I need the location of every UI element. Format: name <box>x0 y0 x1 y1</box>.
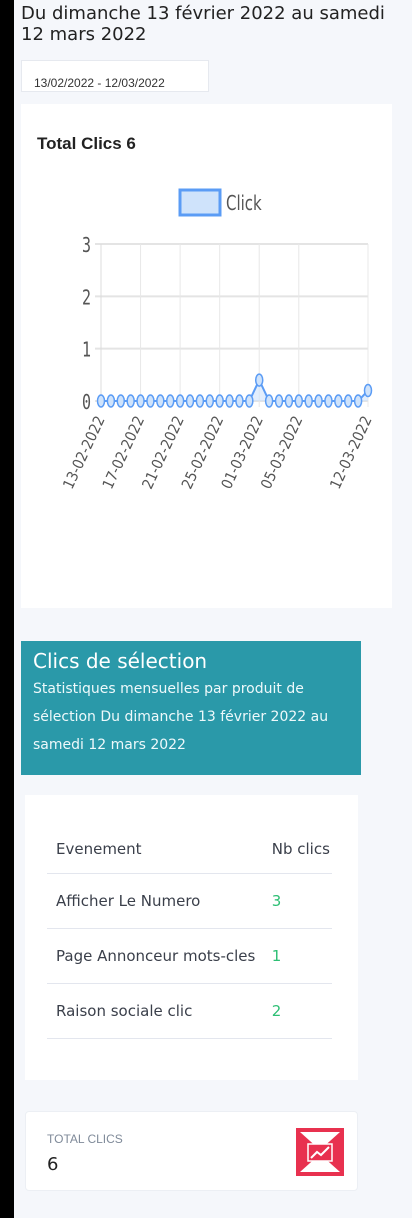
data-point <box>225 394 234 408</box>
data-point <box>185 394 195 408</box>
selection-subtitle: Statistiques mensuelles par produit de s… <box>33 681 329 753</box>
data-point <box>274 394 284 408</box>
data-point <box>353 394 363 408</box>
data-point <box>284 394 294 408</box>
data-point <box>334 394 343 408</box>
y-tick-label: 3 <box>82 235 91 258</box>
data-point <box>165 394 175 408</box>
count-cell: 3 <box>261 873 332 929</box>
data-point <box>126 394 135 408</box>
data-point <box>264 394 274 408</box>
data-point <box>254 373 264 387</box>
data-point <box>146 394 155 408</box>
data-point <box>136 394 145 408</box>
page: Du dimanche 13 février 2022 au samedi 12… <box>14 0 412 1218</box>
data-point <box>96 394 106 408</box>
event-cell: Afficher Le Numero <box>47 873 262 929</box>
selection-title: Clics de sélection <box>33 649 208 673</box>
data-point <box>363 383 373 398</box>
chart-icon <box>296 1128 344 1176</box>
legend-swatch <box>178 188 222 217</box>
table-row: Page Annonceur mots-cles 1 <box>47 928 332 984</box>
data-point <box>235 394 244 408</box>
data-point <box>314 394 323 408</box>
table-header-row: Evenement Nb clics <box>47 825 332 874</box>
data-point <box>106 394 116 408</box>
clicks-table: Evenement Nb clics Afficher Le Numero 3 … <box>47 825 332 1039</box>
data-point <box>116 394 126 408</box>
data-point <box>245 394 254 408</box>
table-row: Raison sociale clic 2 <box>47 983 332 1039</box>
data-point <box>195 394 205 408</box>
chart-card: Total Clics 6 0 1 2 3 13-02-2022 17-02-2022 21… <box>21 104 392 608</box>
data-point <box>324 394 333 408</box>
data-point <box>175 394 185 408</box>
total-value: 6 <box>47 1154 59 1175</box>
event-cell: Page Annonceur mots-cles <box>47 928 262 984</box>
total-label: TOTAL CLICS <box>47 1132 123 1146</box>
x-tick-label: 12-03-2022 <box>326 413 375 492</box>
data-point <box>215 394 224 408</box>
count-cell: 1 <box>261 928 332 984</box>
page-title: Du dimanche 13 février 2022 au samedi 12… <box>21 3 385 45</box>
count-cell: 2 <box>261 983 332 1039</box>
legend-label: Click <box>226 193 262 216</box>
data-point <box>156 394 165 408</box>
data-point <box>304 394 313 408</box>
data-point <box>205 394 215 408</box>
y-tick-label: 1 <box>82 340 91 363</box>
table-row: Afficher Le Numero 3 <box>47 873 332 929</box>
y-tick-label: 2 <box>82 287 91 310</box>
column-header-count: Nb clics <box>261 825 332 874</box>
total-clicks-card: TOTAL CLICS 6 <box>25 1111 358 1191</box>
selection-panel: Clics de sélection Statistiques mensuell… <box>21 641 361 775</box>
event-cell: Raison sociale clic <box>47 983 262 1039</box>
date-range-picker[interactable]: 13/02/2022 - 12/03/2022 <box>21 60 209 92</box>
line-chart: 012313-02-202217-02-202221-02-202225-02-… <box>59 188 376 492</box>
data-point <box>294 394 304 408</box>
column-header-event: Evenement <box>47 825 262 874</box>
y-tick-label: 0 <box>82 392 91 415</box>
data-point <box>343 394 353 408</box>
clicks-table-card: Evenement Nb clics Afficher Le Numero 3 … <box>25 795 358 1080</box>
